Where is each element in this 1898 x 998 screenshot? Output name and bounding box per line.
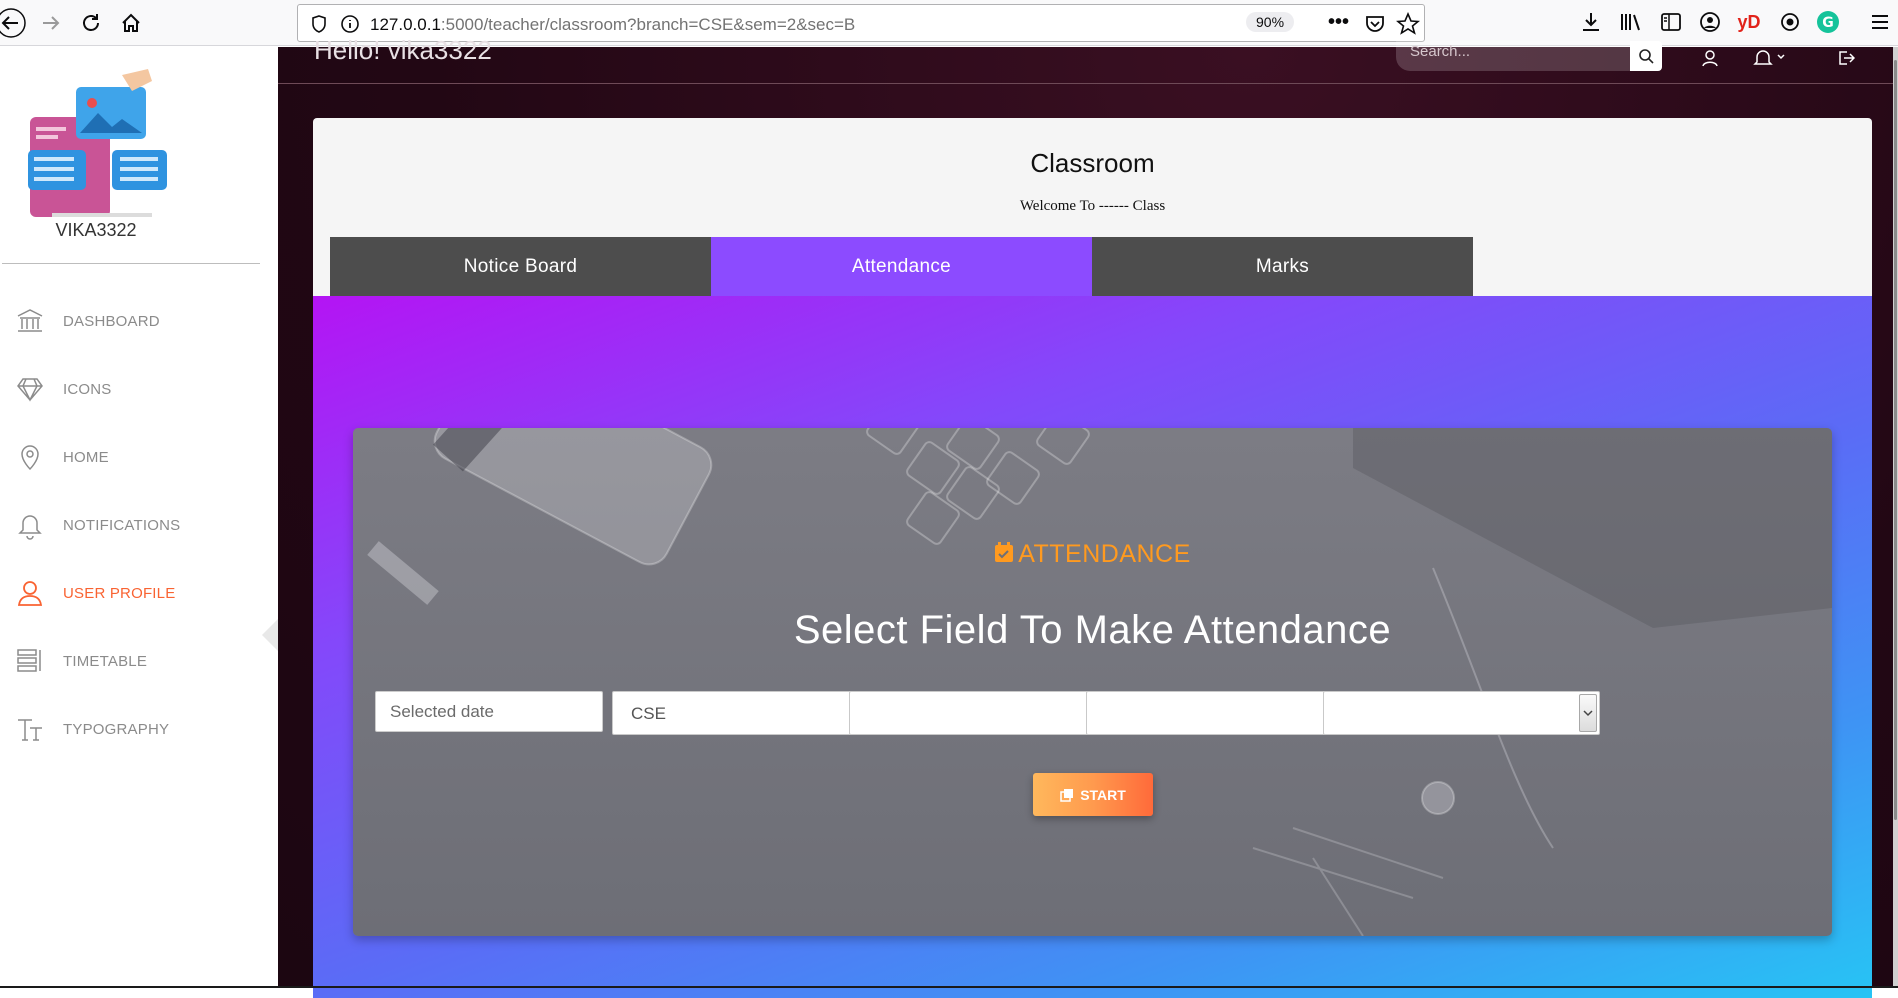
svg-text:G: G (1822, 15, 1834, 31)
user-icon (14, 577, 46, 609)
more-actions-icon[interactable]: ••• (1328, 11, 1349, 34)
bookmark-star-icon[interactable] (1395, 11, 1421, 41)
page-title: Classroom (1030, 148, 1155, 178)
desk-background-image (367, 428, 1832, 936)
page-scrollbar-thumb[interactable] (1894, 60, 1897, 820)
account-icon[interactable] (1696, 8, 1724, 36)
sidebar-item-label: TIMETABLE (63, 652, 148, 670)
back-arrow-icon (0, 8, 26, 38)
tab-notice-board[interactable]: Notice Board (330, 237, 711, 296)
chevron-down-icon[interactable] (1579, 694, 1597, 732)
sidebar-item-label: DASHBOARD (63, 312, 160, 330)
start-button-label: START (1080, 786, 1126, 803)
attendance-label: ATTENDANCE (353, 540, 1832, 569)
logout-icon[interactable] (1832, 45, 1860, 71)
classroom-card: Classroom Welcome To ------ Class Notice… (313, 118, 1872, 998)
browser-toolbar: 127.0.0.1:5000/teacher/classroom?branch=… (0, 0, 1898, 46)
sidebar-username: VIKA3322 (55, 220, 137, 240)
extension-refresh-icon[interactable] (1776, 8, 1804, 36)
hamburger-menu-icon[interactable] (1866, 8, 1894, 36)
sidebar-divider (2, 263, 260, 264)
sidebar-item-label: TYPOGRAPHY (63, 720, 170, 738)
library-icon[interactable] (1617, 8, 1645, 36)
download-icon[interactable] (1577, 8, 1605, 36)
list-icon (14, 645, 46, 677)
semester-select[interactable] (849, 691, 1126, 735)
search-button[interactable] (1630, 41, 1662, 71)
date-field[interactable] (375, 691, 603, 732)
pocket-icon[interactable] (1364, 13, 1386, 40)
sidebar-toggle-icon[interactable] (1657, 8, 1685, 36)
start-button[interactable]: START (1033, 773, 1153, 816)
top-navbar: Hello! vika3322 Search... (278, 35, 1898, 84)
sidebar-item-home[interactable]: HOME (14, 437, 109, 477)
branch-select-value: CSE (631, 704, 666, 723)
copy-icon (1060, 788, 1074, 802)
tab-marks[interactable]: Marks (1092, 237, 1473, 296)
forward-button[interactable] (34, 6, 68, 40)
notifications-dropdown-icon[interactable] (1748, 45, 1792, 71)
bank-icon (14, 305, 46, 337)
sidebar-item-timetable[interactable]: TIMETABLE (14, 641, 147, 681)
zoom-indicator[interactable]: 90% (1246, 12, 1295, 32)
attendance-heading: Select Field To Make Attendance (793, 608, 1392, 652)
sidebar-collapse-caret[interactable] (262, 619, 278, 651)
page-subtitle: Welcome To ------ Class (1019, 198, 1166, 214)
home-button[interactable] (114, 6, 148, 40)
yandex-extension-icon[interactable]: yD (1735, 8, 1763, 36)
sidebar: VIKA3322 DASHBOARD ICONS HOME NOTIFICATI… (0, 47, 278, 988)
grammarly-icon[interactable]: G (1814, 8, 1842, 36)
home-icon (122, 13, 140, 32)
main-content: Hello! vika3322 Search... Classroom Welc… (278, 35, 1898, 998)
map-pin-icon (14, 441, 46, 473)
sidebar-item-label: ICONS (63, 380, 112, 398)
sidebar-item-dashboard[interactable]: DASHBOARD (14, 301, 160, 341)
sidebar-item-icons[interactable]: ICONS (14, 369, 112, 409)
sidebar-item-typography[interactable]: TYPOGRAPHY (14, 709, 169, 749)
sidebar-item-label: NOTIFICATIONS (63, 516, 181, 534)
back-button[interactable] (0, 6, 28, 40)
sidebar-item-label: USER PROFILE (63, 584, 176, 602)
attendance-panel: ATTENDANCE Select Field To Make Attendan… (353, 428, 1832, 936)
search-icon (1639, 49, 1654, 64)
bell-icon (14, 509, 46, 541)
search-placeholder: Search... (1410, 43, 1471, 60)
classroom-header: Classroom Welcome To ------ Class Notice… (313, 118, 1872, 296)
forward-arrow-icon (43, 16, 60, 30)
diamond-icon (14, 373, 46, 405)
url-text: 127.0.0.1:5000/teacher/classroom?branch=… (370, 15, 856, 34)
text-size-icon (14, 713, 46, 745)
sidebar-item-label: HOME (63, 448, 109, 466)
greeting-text: Hello! vika3322 (314, 35, 492, 65)
reload-button[interactable] (74, 6, 108, 40)
calendar-check-icon (994, 541, 1014, 568)
sidebar-item-user-profile[interactable]: USER PROFILE (14, 573, 175, 613)
user-menu-icon[interactable] (1696, 45, 1724, 71)
subject-select[interactable] (1323, 691, 1600, 735)
branch-select[interactable]: CSE (612, 691, 889, 735)
search-field[interactable]: Search... (1396, 41, 1662, 71)
section-select[interactable] (1086, 691, 1363, 735)
sidebar-item-notifications[interactable]: NOTIFICATIONS (14, 505, 180, 545)
date-input[interactable] (376, 692, 602, 731)
attendance-section: ATTENDANCE Select Field To Make Attendan… (313, 296, 1872, 998)
app-logo (22, 67, 170, 217)
reload-icon (83, 14, 99, 31)
tab-attendance[interactable]: Attendance (711, 237, 1092, 296)
